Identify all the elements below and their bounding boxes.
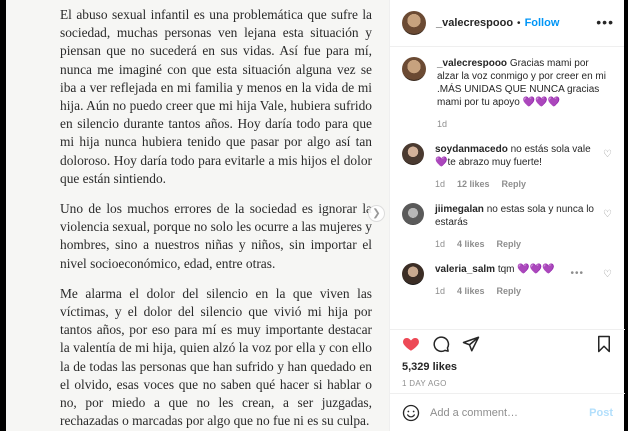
reply-button[interactable]: Reply bbox=[497, 285, 522, 298]
reply-button[interactable]: Reply bbox=[497, 238, 522, 251]
chevron-right-icon: ❯ bbox=[372, 208, 381, 219]
comment-icon[interactable] bbox=[432, 335, 450, 353]
heart-filled-icon[interactable] bbox=[402, 335, 420, 353]
purple-heart-emoji: 💜💜💜 bbox=[522, 97, 560, 108]
next-image-button[interactable]: ❯ bbox=[368, 205, 385, 222]
comment-username[interactable]: jiimegalan bbox=[435, 204, 484, 215]
likes-count[interactable]: 5,329 likes bbox=[402, 361, 613, 373]
separator-dot: • bbox=[517, 17, 521, 29]
post-button[interactable]: Post bbox=[589, 407, 613, 419]
reply-button[interactable]: Reply bbox=[502, 178, 527, 191]
comment-time[interactable]: 1d bbox=[437, 118, 447, 131]
emoji-icon[interactable] bbox=[402, 404, 420, 422]
like-comment-icon[interactable]: ♡ bbox=[603, 209, 612, 220]
letter-paragraph-2: Uno de los muchos errores de la sociedad… bbox=[60, 201, 372, 271]
post-date[interactable]: 1 DAY AGO bbox=[402, 379, 613, 388]
post-actions: 5,329 likes 1 DAY AGO bbox=[390, 329, 625, 388]
comment-time[interactable]: 1d bbox=[435, 238, 445, 251]
post-image: El abuso sexual infantil es una problemá… bbox=[6, 0, 389, 431]
comment-input[interactable] bbox=[430, 406, 580, 419]
avatar[interactable] bbox=[402, 203, 424, 225]
comment-text: tqm bbox=[497, 264, 515, 275]
comment-username[interactable]: soydanmacedo bbox=[435, 144, 508, 155]
list-item: soydanmacedo no estás sola vale 💜te abra… bbox=[402, 143, 612, 191]
post-header: _valecrespooo • Follow ••• bbox=[390, 0, 624, 47]
avatar[interactable] bbox=[402, 11, 426, 35]
follow-button[interactable]: Follow bbox=[525, 17, 560, 29]
like-comment-icon[interactable]: ♡ bbox=[603, 269, 612, 280]
avatar[interactable] bbox=[402, 263, 424, 285]
post-sidebar: _valecrespooo • Follow ••• _valecrespooo… bbox=[389, 0, 625, 431]
comment-time[interactable]: 1d bbox=[435, 285, 445, 298]
comment-likes[interactable]: 12 likes bbox=[457, 178, 490, 191]
comment-text-continued: te abrazo muy fuerte! bbox=[447, 157, 542, 168]
comment-likes[interactable]: 4 likes bbox=[457, 285, 485, 298]
letter-paragraph-1: El abuso sexual infantil es una problemá… bbox=[60, 7, 372, 186]
purple-heart-emoji: 💜💜💜 bbox=[517, 264, 555, 275]
purple-heart-emoji: 💜 bbox=[435, 157, 448, 168]
comment-username[interactable]: _valecrespooo bbox=[437, 58, 507, 69]
share-icon[interactable] bbox=[462, 335, 480, 353]
add-comment-bar: Post bbox=[390, 393, 625, 431]
like-comment-icon[interactable]: ♡ bbox=[603, 149, 612, 160]
comment-time[interactable]: 1d bbox=[435, 178, 445, 191]
header-username[interactable]: _valecrespooo bbox=[436, 17, 513, 29]
comment-likes[interactable]: 4 likes bbox=[457, 238, 485, 251]
avatar[interactable] bbox=[402, 143, 424, 165]
more-options-icon[interactable]: ••• bbox=[596, 14, 614, 30]
avatar[interactable] bbox=[402, 57, 426, 81]
comment-username[interactable]: valeria_salm bbox=[435, 264, 495, 275]
bookmark-icon[interactable] bbox=[595, 335, 613, 353]
letter-paragraph-3: Me alarma el dolor del silencio en la qu… bbox=[60, 285, 372, 429]
post-window: El abuso sexual infantil es una problemá… bbox=[6, 0, 625, 431]
comment-options-icon[interactable]: ••• bbox=[570, 268, 584, 279]
letter-text: El abuso sexual infantil es una problemá… bbox=[60, 6, 372, 431]
comments-list: _valecrespooo Gracias mami por alzar la … bbox=[390, 47, 624, 315]
list-item: jiimegalan no estas sola y nunca lo esta… bbox=[402, 203, 612, 251]
list-item: valeria_salm tqm 💜💜💜 1d 4 likes Reply ••… bbox=[402, 263, 612, 298]
caption: _valecrespooo Gracias mami por alzar la … bbox=[402, 57, 612, 131]
comment-text: no estás sola vale bbox=[510, 144, 591, 155]
